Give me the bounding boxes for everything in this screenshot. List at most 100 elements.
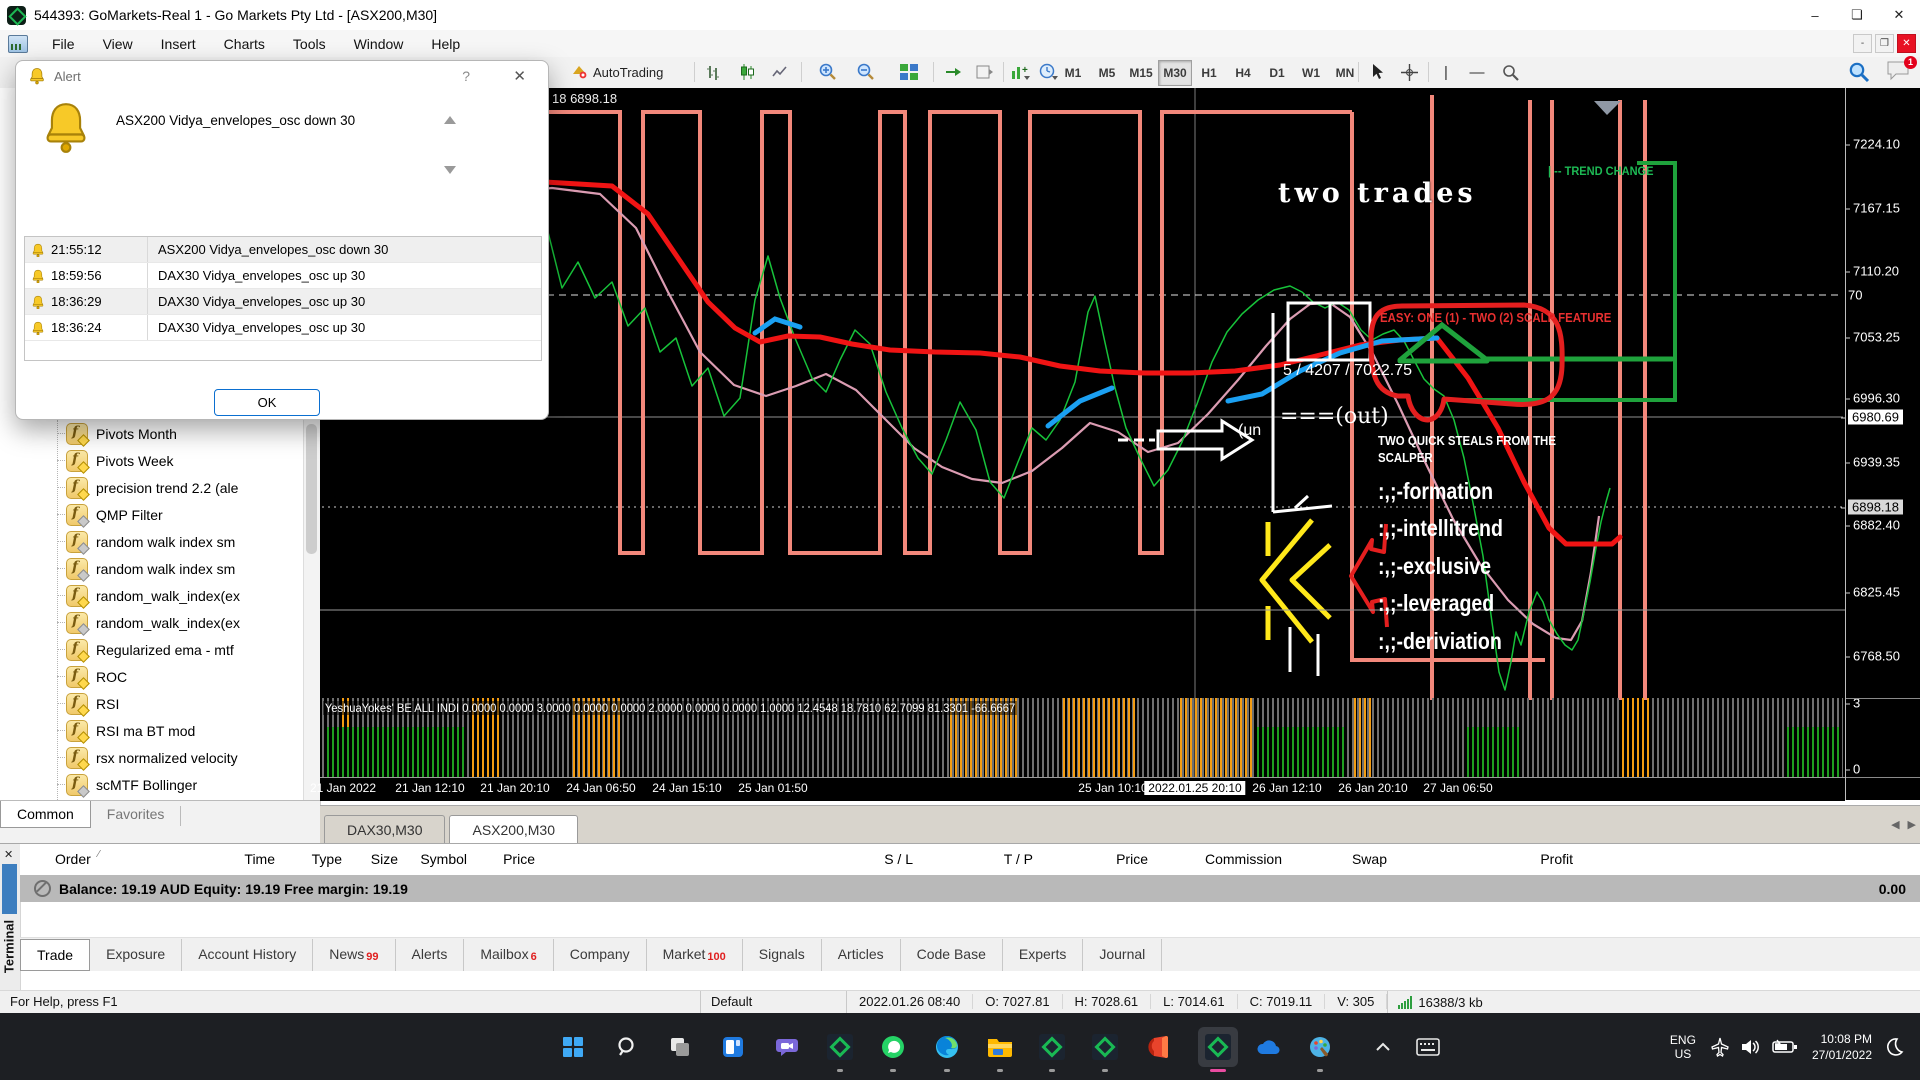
- chart-shift-icon[interactable]: [970, 60, 1000, 84]
- airplane-icon[interactable]: [1710, 1037, 1730, 1057]
- navigator-item[interactable]: random walk index sm: [0, 555, 303, 582]
- terminal-tab[interactable]: Account History: [182, 939, 313, 971]
- language-indicator[interactable]: ENGUS: [1670, 1033, 1696, 1061]
- terminal-tab[interactable]: Journal: [1083, 939, 1162, 971]
- terminal-tab[interactable]: News 99: [313, 939, 395, 971]
- navigator-item[interactable]: random walk index sm: [0, 528, 303, 555]
- tab-scroll-left-icon[interactable]: ◀: [1891, 818, 1899, 831]
- file-explorer-icon[interactable]: [980, 1027, 1020, 1067]
- chart-restore-button[interactable]: ❐: [1875, 34, 1894, 53]
- widgets-icon[interactable]: [713, 1027, 753, 1067]
- navigator-item[interactable]: precision trend 2.2 (ale: [0, 474, 303, 501]
- terminal-column-header[interactable]: Size: [371, 851, 398, 867]
- minimize-button[interactable]: –: [1794, 0, 1836, 30]
- office-icon[interactable]: [1140, 1027, 1180, 1067]
- mt4-icon[interactable]: [1032, 1027, 1072, 1067]
- alert-row[interactable]: 18:59:56 DAX30 Vidya_envelopes_osc up 30: [25, 263, 541, 289]
- navigator-item[interactable]: random_walk_index(ex: [0, 582, 303, 609]
- chart-tab[interactable]: ASX200,M30: [449, 815, 578, 844]
- chat-icon[interactable]: [767, 1027, 807, 1067]
- indicators-icon[interactable]: +: [1008, 60, 1034, 84]
- balance-row[interactable]: Balance: 19.19 AUD Equity: 19.19 Free ma…: [20, 875, 1920, 902]
- whatsapp-icon[interactable]: [873, 1027, 913, 1067]
- mt4-icon[interactable]: [820, 1027, 860, 1067]
- terminal-column-header[interactable]: Price: [503, 851, 535, 867]
- zoom-in-icon[interactable]: [812, 60, 844, 84]
- timeframe-button[interactable]: M15: [1124, 60, 1158, 86]
- search-community-icon[interactable]: [1844, 60, 1874, 84]
- timeframe-button[interactable]: H4: [1226, 60, 1260, 86]
- terminal-column-header[interactable]: Swap: [1352, 851, 1387, 867]
- terminal-column-header[interactable]: S / L: [884, 851, 913, 867]
- menu-item[interactable]: Insert: [147, 32, 210, 56]
- candlestick-chart-icon[interactable]: [732, 60, 762, 84]
- terminal-column-header[interactable]: Symbol: [420, 851, 467, 867]
- tab-favorites[interactable]: Favorites: [91, 801, 181, 827]
- menu-item[interactable]: Charts: [210, 32, 279, 56]
- chart-minimize-button[interactable]: -: [1853, 34, 1872, 53]
- tile-windows-icon[interactable]: [893, 60, 925, 84]
- terminal-tab[interactable]: Articles: [822, 939, 901, 971]
- bar-chart-icon[interactable]: [699, 60, 729, 84]
- menu-item[interactable]: Help: [417, 32, 474, 56]
- dialog-close-icon[interactable]: ✕: [513, 67, 526, 85]
- clock[interactable]: 10:08 PM 27/01/2022: [1812, 1031, 1872, 1063]
- terminal-column-header[interactable]: Time: [244, 851, 275, 867]
- terminal-tab[interactable]: Mailbox 6: [464, 939, 553, 971]
- terminal-tab[interactable]: Company: [554, 939, 647, 971]
- navigator-item[interactable]: Pivots Month: [0, 420, 303, 447]
- terminal-tab[interactable]: Exposure: [90, 939, 182, 971]
- menu-item[interactable]: Window: [340, 32, 418, 56]
- timeframe-button[interactable]: M1: [1056, 60, 1090, 86]
- alert-row[interactable]: 21:55:12 ASX200 Vidya_envelopes_osc down…: [25, 237, 541, 263]
- tab-common[interactable]: Common: [0, 801, 91, 828]
- alert-row[interactable]: 18:36:29 DAX30 Vidya_envelopes_osc up 30: [25, 289, 541, 315]
- terminal-column-header[interactable]: Commission: [1205, 851, 1282, 867]
- terminal-column-header[interactable]: Price: [1116, 851, 1148, 867]
- navigator-item[interactable]: ROC: [0, 663, 303, 690]
- timeframe-button[interactable]: W1: [1294, 60, 1328, 86]
- autotrading-button[interactable]: AutoTrading: [565, 60, 669, 84]
- task-view-icon[interactable]: [660, 1027, 700, 1067]
- terminal-tab[interactable]: Trade: [20, 939, 90, 971]
- navigator-item[interactable]: Pivots Week: [0, 447, 303, 474]
- terminal-tab[interactable]: Signals: [743, 939, 822, 971]
- terminal-tab[interactable]: Market 100: [647, 939, 743, 971]
- mt4-icon[interactable]: [1085, 1027, 1125, 1067]
- chart-tab[interactable]: DAX30,M30: [324, 815, 445, 844]
- ok-button[interactable]: OK: [214, 389, 320, 416]
- timeframe-button[interactable]: M5: [1090, 60, 1124, 86]
- paint-icon[interactable]: [1300, 1027, 1340, 1067]
- terminal-column-header[interactable]: T / P: [1004, 851, 1033, 867]
- community-chat-icon[interactable]: 1: [1882, 60, 1916, 84]
- auto-scroll-icon[interactable]: [938, 60, 968, 84]
- zoom-out-icon[interactable]: [850, 60, 882, 84]
- menu-item[interactable]: View: [89, 32, 147, 56]
- touch-keyboard-icon[interactable]: [1408, 1027, 1448, 1067]
- help-icon[interactable]: ?: [462, 68, 470, 84]
- scroll-down-icon[interactable]: [444, 166, 456, 174]
- onedrive-icon[interactable]: [1248, 1027, 1288, 1067]
- terminal-close-icon[interactable]: ✕: [4, 848, 13, 861]
- edge-icon[interactable]: [927, 1027, 967, 1067]
- magnifier-tool-icon[interactable]: [1496, 60, 1524, 84]
- battery-icon[interactable]: [1772, 1038, 1798, 1056]
- line-chart-icon[interactable]: [765, 60, 795, 84]
- navigator-item[interactable]: scMTF Bollinger: [0, 771, 303, 798]
- start-icon[interactable]: [553, 1027, 593, 1067]
- chart-close-button[interactable]: ✕: [1897, 34, 1916, 53]
- navigator-item[interactable]: QMP Filter: [0, 501, 303, 528]
- navigator-item[interactable]: RSI ma BT mod: [0, 717, 303, 744]
- status-profile[interactable]: Default: [701, 991, 847, 1014]
- search-icon[interactable]: [607, 1027, 647, 1067]
- terminal-tab[interactable]: Experts: [1003, 939, 1083, 971]
- crosshair-icon[interactable]: [1395, 60, 1423, 84]
- tab-scroll-right-icon[interactable]: ▶: [1908, 818, 1916, 831]
- alert-dialog-titlebar[interactable]: Alert ? ✕: [16, 61, 548, 91]
- vertical-line-tool-icon[interactable]: |: [1433, 60, 1459, 84]
- alert-row[interactable]: 18:36:24 DAX30 Vidya_envelopes_osc up 30: [25, 315, 541, 341]
- menu-item[interactable]: File: [38, 32, 89, 56]
- volume-icon[interactable]: [1740, 1037, 1762, 1057]
- timeframe-button[interactable]: H1: [1192, 60, 1226, 86]
- terminal-column-header[interactable]: Type: [312, 851, 342, 867]
